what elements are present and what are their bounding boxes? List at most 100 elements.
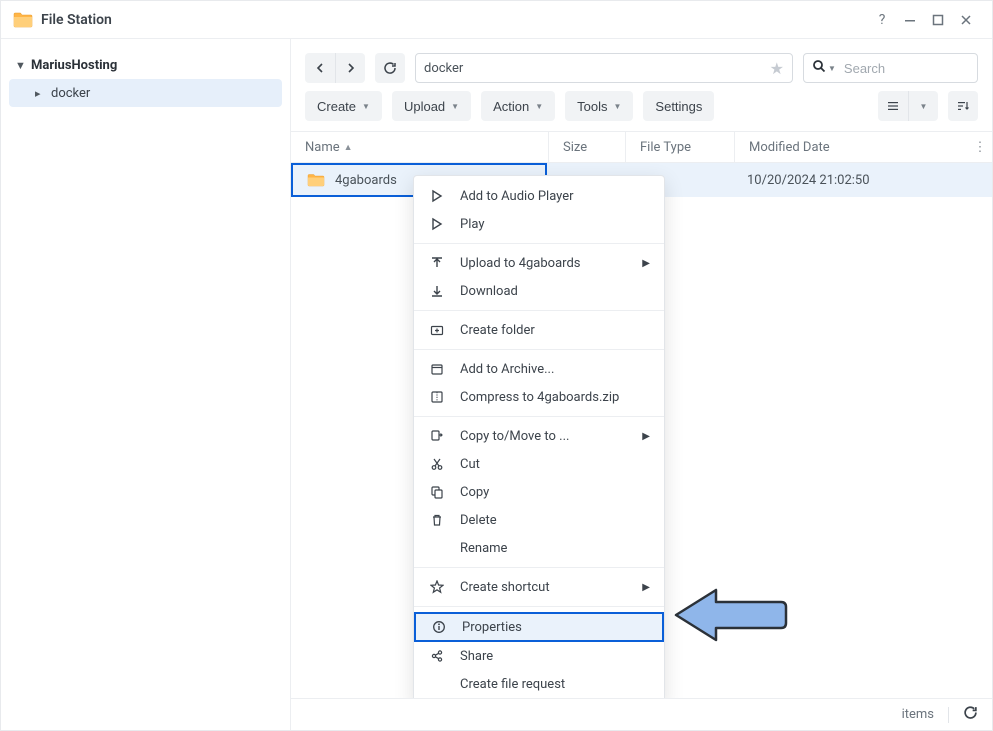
sidebar-item-docker[interactable]: ▸ docker	[9, 79, 282, 107]
ctx-delete[interactable]: Delete	[414, 506, 664, 534]
app-title: File Station	[41, 12, 868, 28]
caret-right-icon: ▸	[35, 87, 49, 100]
ctx-separator	[414, 310, 664, 311]
help-button[interactable]: ?	[868, 6, 896, 34]
ctx-create-file-request[interactable]: Create file request	[414, 670, 664, 698]
nav-back-forward	[305, 53, 365, 83]
upload-label: Upload	[404, 99, 445, 114]
path-text: docker	[424, 61, 463, 76]
view-list-button[interactable]	[878, 91, 908, 121]
settings-label: Settings	[655, 99, 702, 114]
delete-icon	[428, 513, 446, 527]
table-header: Name ▲ Size File Type Modified Date ⋮	[291, 131, 992, 163]
sort-button[interactable]	[948, 91, 978, 121]
copy-icon	[428, 485, 446, 499]
copy-move-icon	[428, 429, 446, 443]
upload-button[interactable]: Upload ▼	[392, 91, 471, 121]
info-icon	[430, 620, 448, 634]
ctx-separator	[414, 416, 664, 417]
search-dropdown-icon[interactable]: ▼	[828, 64, 836, 73]
file-table: Name ▲ Size File Type Modified Date ⋮	[291, 131, 992, 698]
callout-arrow	[671, 580, 791, 654]
search-box[interactable]: ▼	[803, 53, 978, 83]
sidebar-root-label: MariusHosting	[31, 58, 117, 73]
share-icon	[428, 649, 446, 663]
ctx-add-to-audio-player[interactable]: Add to Audio Player	[414, 182, 664, 210]
view-mode-dropdown[interactable]: ▼	[908, 91, 938, 121]
content-area: docker ★ ▼ Create ▼	[291, 39, 992, 730]
file-name: 4gaboards	[335, 173, 397, 188]
action-label: Action	[493, 99, 529, 114]
upload-icon	[428, 256, 446, 270]
ctx-play[interactable]: Play	[414, 210, 664, 238]
col-header-name[interactable]: Name ▲	[291, 132, 549, 162]
zip-icon	[428, 390, 446, 404]
status-items: items	[902, 707, 934, 722]
nav-forward-button[interactable]	[335, 53, 365, 83]
search-icon	[812, 59, 826, 77]
column-menu-button[interactable]: ⋮	[968, 140, 992, 155]
folder-icon	[307, 171, 325, 189]
submenu-arrow-icon: ▶	[642, 431, 650, 442]
ctx-compress[interactable]: Compress to 4gaboards.zip	[414, 383, 664, 411]
ctx-share[interactable]: Share	[414, 642, 664, 670]
sidebar-root[interactable]: ▼ MariusHosting	[9, 51, 282, 79]
status-separator	[948, 707, 949, 723]
create-button[interactable]: Create ▼	[305, 91, 382, 121]
ctx-add-to-archive[interactable]: Add to Archive...	[414, 355, 664, 383]
ctx-rename[interactable]: Rename	[414, 534, 664, 562]
titlebar: File Station ?	[1, 1, 992, 39]
shortcut-icon	[428, 580, 446, 594]
status-bar: items	[291, 698, 992, 730]
col-header-size[interactable]: Size	[549, 132, 626, 162]
ctx-copy-move[interactable]: Copy to/Move to ... ▶	[414, 422, 664, 450]
settings-button[interactable]: Settings	[643, 91, 714, 121]
sort-asc-icon: ▲	[344, 142, 353, 153]
tools-label: Tools	[577, 99, 607, 114]
ctx-download[interactable]: Download	[414, 277, 664, 305]
ctx-properties[interactable]: Properties	[414, 612, 664, 642]
ctx-separator	[414, 567, 664, 568]
create-label: Create	[317, 99, 356, 114]
path-input[interactable]: docker ★	[415, 53, 793, 83]
cell-modified: 10/20/2024 21:02:50	[733, 173, 992, 188]
col-header-modified[interactable]: Modified Date	[735, 132, 968, 162]
ctx-create-folder[interactable]: Create folder	[414, 316, 664, 344]
play-icon	[428, 217, 446, 231]
view-mode-toggle: ▼	[878, 91, 938, 121]
ctx-cut[interactable]: Cut	[414, 450, 664, 478]
context-menu: Add to Audio Player Play	[413, 175, 665, 698]
maximize-button[interactable]	[924, 6, 952, 34]
sidebar-item-label: docker	[51, 86, 90, 101]
minimize-button[interactable]	[896, 6, 924, 34]
archive-icon	[428, 362, 446, 376]
sidebar: ▼ MariusHosting ▸ docker	[1, 39, 291, 730]
ctx-separator	[414, 243, 664, 244]
download-icon	[428, 284, 446, 298]
ctx-separator	[414, 606, 664, 607]
ctx-upload-to[interactable]: Upload to 4gaboards ▶	[414, 249, 664, 277]
status-refresh-button[interactable]	[963, 705, 978, 724]
ctx-separator	[414, 349, 664, 350]
nav-back-button[interactable]	[305, 53, 335, 83]
cut-icon	[428, 457, 446, 471]
search-input[interactable]	[842, 60, 993, 77]
chevron-down-icon: ▼	[614, 102, 622, 111]
action-button[interactable]: Action ▼	[481, 91, 555, 121]
tools-button[interactable]: Tools ▼	[565, 91, 633, 121]
app-folder-icon	[13, 10, 33, 30]
submenu-arrow-icon: ▶	[642, 582, 650, 593]
chevron-down-icon: ▼	[451, 102, 459, 111]
caret-down-icon: ▼	[15, 59, 29, 72]
close-button[interactable]	[952, 6, 980, 34]
favorite-star-icon[interactable]: ★	[770, 59, 784, 78]
submenu-arrow-icon: ▶	[642, 258, 650, 269]
refresh-button[interactable]	[375, 53, 405, 83]
create-folder-icon	[428, 323, 446, 337]
ctx-copy[interactable]: Copy	[414, 478, 664, 506]
chevron-down-icon: ▼	[362, 102, 370, 111]
chevron-down-icon: ▼	[535, 102, 543, 111]
ctx-create-shortcut[interactable]: Create shortcut ▶	[414, 573, 664, 601]
play-add-icon	[428, 189, 446, 203]
col-header-type[interactable]: File Type	[626, 132, 735, 162]
